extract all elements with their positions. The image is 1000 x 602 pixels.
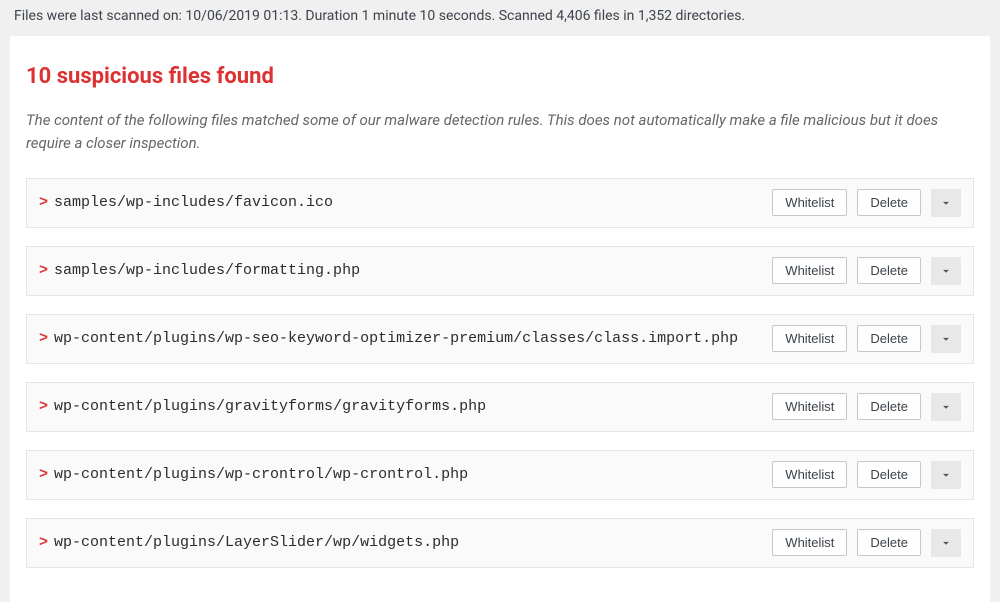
- file-path-wrap: > wp-content/plugins/wp-seo-keyword-opti…: [39, 330, 772, 347]
- expand-toggle[interactable]: [931, 461, 961, 489]
- file-path-text: samples/wp-includes/formatting.php: [54, 262, 360, 279]
- file-row: > samples/wp-includes/formatting.php Whi…: [26, 246, 974, 296]
- chevron-down-icon: [939, 536, 953, 550]
- file-path-wrap: > wp-content/plugins/wp-crontrol/wp-cron…: [39, 466, 772, 483]
- results-heading: 10 suspicious files found: [26, 64, 974, 89]
- whitelist-button[interactable]: Whitelist: [772, 461, 847, 488]
- expand-toggle[interactable]: [931, 189, 961, 217]
- delete-button[interactable]: Delete: [857, 393, 921, 420]
- delete-button[interactable]: Delete: [857, 529, 921, 556]
- file-actions: Whitelist Delete: [772, 189, 961, 217]
- expand-arrow-icon: >: [39, 398, 48, 415]
- expand-toggle[interactable]: [931, 325, 961, 353]
- expand-arrow-icon: >: [39, 330, 48, 347]
- file-path-text: wp-content/plugins/wp-seo-keyword-optimi…: [54, 330, 738, 347]
- file-path-text: samples/wp-includes/favicon.ico: [54, 194, 333, 211]
- expand-arrow-icon: >: [39, 262, 48, 279]
- file-actions: Whitelist Delete: [772, 257, 961, 285]
- whitelist-button[interactable]: Whitelist: [772, 189, 847, 216]
- delete-button[interactable]: Delete: [857, 325, 921, 352]
- file-path-text: wp-content/plugins/wp-crontrol/wp-crontr…: [54, 466, 468, 483]
- expand-toggle[interactable]: [931, 393, 961, 421]
- file-actions: Whitelist Delete: [772, 461, 961, 489]
- file-path-wrap: > samples/wp-includes/favicon.ico: [39, 194, 772, 211]
- file-actions: Whitelist Delete: [772, 393, 961, 421]
- chevron-down-icon: [939, 264, 953, 278]
- whitelist-button[interactable]: Whitelist: [772, 257, 847, 284]
- expand-toggle[interactable]: [931, 257, 961, 285]
- file-actions: Whitelist Delete: [772, 529, 961, 557]
- file-path-text: wp-content/plugins/gravityforms/gravityf…: [54, 398, 486, 415]
- whitelist-button[interactable]: Whitelist: [772, 325, 847, 352]
- delete-button[interactable]: Delete: [857, 257, 921, 284]
- file-path-wrap: > wp-content/plugins/gravityforms/gravit…: [39, 398, 772, 415]
- chevron-down-icon: [939, 332, 953, 346]
- file-list: > samples/wp-includes/favicon.ico Whitel…: [26, 178, 974, 568]
- file-path-wrap: > samples/wp-includes/formatting.php: [39, 262, 772, 279]
- chevron-down-icon: [939, 196, 953, 210]
- file-row: > wp-content/plugins/LayerSlider/wp/widg…: [26, 518, 974, 568]
- expand-arrow-icon: >: [39, 466, 48, 483]
- file-row: > wp-content/plugins/gravityforms/gravit…: [26, 382, 974, 432]
- whitelist-button[interactable]: Whitelist: [772, 393, 847, 420]
- file-row: > samples/wp-includes/favicon.ico Whitel…: [26, 178, 974, 228]
- scan-info-bar: Files were last scanned on: 10/06/2019 0…: [0, 0, 1000, 36]
- results-panel: 10 suspicious files found The content of…: [10, 36, 990, 602]
- expand-arrow-icon: >: [39, 534, 48, 551]
- file-row: > wp-content/plugins/wp-seo-keyword-opti…: [26, 314, 974, 364]
- file-path-wrap: > wp-content/plugins/LayerSlider/wp/widg…: [39, 534, 772, 551]
- delete-button[interactable]: Delete: [857, 461, 921, 488]
- expand-arrow-icon: >: [39, 194, 48, 211]
- expand-toggle[interactable]: [931, 529, 961, 557]
- file-row: > wp-content/plugins/wp-crontrol/wp-cron…: [26, 450, 974, 500]
- delete-button[interactable]: Delete: [857, 189, 921, 216]
- whitelist-button[interactable]: Whitelist: [772, 529, 847, 556]
- file-actions: Whitelist Delete: [772, 325, 961, 353]
- results-description: The content of the following files match…: [26, 109, 974, 156]
- file-path-text: wp-content/plugins/LayerSlider/wp/widget…: [54, 534, 459, 551]
- chevron-down-icon: [939, 400, 953, 414]
- chevron-down-icon: [939, 468, 953, 482]
